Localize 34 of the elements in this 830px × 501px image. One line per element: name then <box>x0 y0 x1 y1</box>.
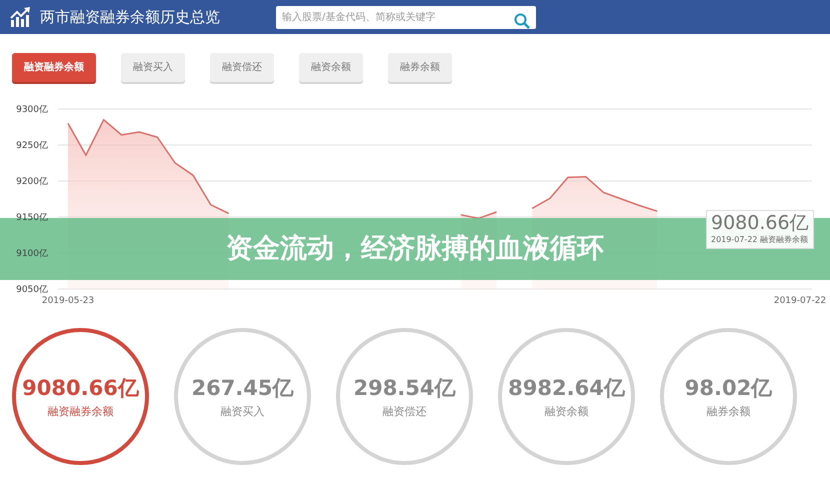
stat-label: 融资买入 <box>220 404 264 420</box>
search-icon[interactable] <box>514 13 530 30</box>
stat-value: 267.45亿 <box>191 374 294 402</box>
stat-label: 融券余额 <box>706 404 750 420</box>
stat-label: 融资融券余额 <box>48 404 114 420</box>
stat-value: 98.02亿 <box>684 374 772 402</box>
y-axis-label: 9100亿 <box>16 249 48 259</box>
stat-ring[interactable]: 98.02亿 融券余额 <box>660 328 797 465</box>
chart-logo-icon <box>10 7 32 27</box>
stat-label: 融资偿还 <box>382 404 426 420</box>
stat-ring[interactable]: 267.45亿 融资买入 <box>174 328 311 465</box>
stat-value: 8982.64亿 <box>508 374 625 402</box>
y-axis-label: 9250亿 <box>16 141 48 151</box>
stat-label: 融资余额 <box>544 404 588 420</box>
tooltip-value: 9080.66亿 <box>711 213 809 234</box>
stat-ring[interactable]: 9080.66亿 融资融券余额 <box>12 328 149 465</box>
stat-value: 9080.66亿 <box>22 374 139 402</box>
tab[interactable]: 融资买入 <box>121 53 185 82</box>
stat-ring[interactable]: 8982.64亿 融资余额 <box>498 328 635 465</box>
stat-value: 298.54亿 <box>353 374 456 402</box>
page-title: 两市融资融券余额历史总览 <box>40 6 220 28</box>
y-axis-label: 9200亿 <box>16 177 48 187</box>
search-field[interactable]: 输入股票/基金代码、简称或关键字 <box>276 6 512 28</box>
tab[interactable]: 融资融券余额 <box>12 53 96 82</box>
x-axis-label: 2019-07-22 <box>774 296 826 306</box>
tab[interactable]: 融券余额 <box>388 53 452 82</box>
tab[interactable]: 融资偿还 <box>210 53 274 82</box>
y-axis-label: 9300亿 <box>16 105 48 115</box>
banner-title: 资金流动，经济脉搏的血液循环 <box>226 232 604 266</box>
stat-ring[interactable]: 298.54亿 融资偿还 <box>336 328 473 465</box>
y-axis-label: 9050亿 <box>16 285 48 295</box>
x-axis-label: 2019-05-23 <box>42 296 94 306</box>
tooltip-date: 2019-07-22 融资融券余额 <box>711 234 809 246</box>
tab[interactable]: 融资余额 <box>299 53 363 82</box>
